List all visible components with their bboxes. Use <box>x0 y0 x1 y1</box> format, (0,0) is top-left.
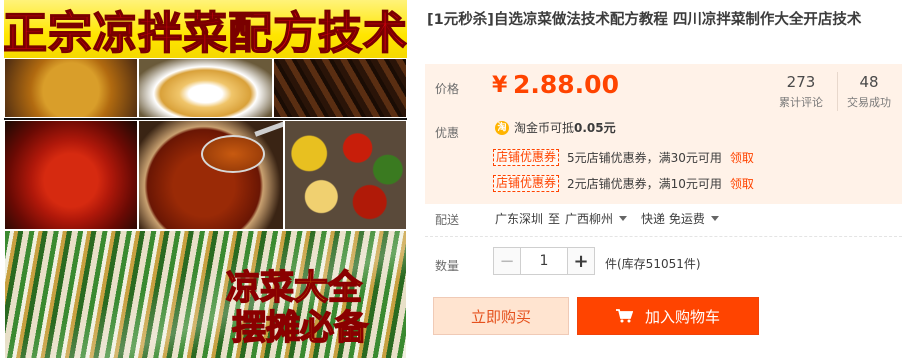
add-to-cart-button[interactable]: 加入购物车 <box>577 297 759 335</box>
coupon-row: 店铺优惠券 2元店铺优惠券，满10元可用 领取 <box>493 175 754 192</box>
price-label: 价格 <box>435 82 460 96</box>
ship-destination-select[interactable]: 广西柳州 <box>565 210 613 227</box>
image-banner-bottom: 凉菜大全 摆摊必备 <box>225 267 407 349</box>
chevron-down-icon[interactable] <box>710 216 719 221</box>
add-to-cart-label: 加入购物车 <box>644 307 720 326</box>
taojinbi-coin-icon: 淘 <box>495 120 509 135</box>
shop-coupon-tag: 店铺优惠券 <box>493 175 560 192</box>
price-amount: 2.88.00 <box>513 70 619 99</box>
quantity-input[interactable] <box>521 247 567 275</box>
deal-count-stat: 48 交易成功 <box>837 72 900 111</box>
divider <box>425 236 902 237</box>
quantity-stepper: − + <box>493 247 595 275</box>
stock-text: 件(库存51051件) <box>605 257 701 271</box>
deal-count: 48 <box>859 73 879 91</box>
product-main-image[interactable]: 正宗凉拌菜配方技术 凉菜大全 摆摊必备 <box>4 0 407 359</box>
product-info-panel: [1元秒杀]自选凉菜做法技术配方教程 四川凉拌菜制作大全开店技术 价格 ¥ 2.… <box>425 0 902 359</box>
cart-icon <box>615 309 633 323</box>
review-count-label: 累计评论 <box>779 96 823 109</box>
increase-button[interactable]: + <box>567 247 595 275</box>
product-title: [1元秒杀]自选凉菜做法技术配方教程 四川凉拌菜制作大全开店技术 <box>427 12 862 28</box>
shop-coupon-tag: 店铺优惠券 <box>493 149 560 166</box>
buy-now-button[interactable]: 立即购买 <box>433 297 569 335</box>
price-currency: ¥ <box>492 73 508 98</box>
coupon-text: 2元店铺优惠券，满10元可用 <box>567 177 722 191</box>
ship-from: 广东深圳 <box>495 212 544 226</box>
review-count-stat[interactable]: 273 累计评论 <box>770 72 832 111</box>
chevron-down-icon[interactable] <box>619 216 628 221</box>
shipping-label: 配送 <box>435 213 460 227</box>
decrease-button[interactable]: − <box>493 247 521 275</box>
photo-chili-oil-ladle <box>138 120 284 230</box>
ship-to-word: 至 <box>548 212 561 226</box>
ladle-icon <box>201 135 265 173</box>
photo-shredded-dish <box>4 58 138 118</box>
deal-count-label: 交易成功 <box>847 96 891 109</box>
photo-seasoning-bowls <box>284 120 407 230</box>
claim-coupon-link[interactable]: 领取 <box>730 175 754 192</box>
review-count: 273 <box>786 73 816 91</box>
banner-top-text: 正宗凉拌菜配方技术 <box>4 7 407 60</box>
photo-dark-strips <box>273 58 407 118</box>
photo-chili-powder <box>4 120 138 230</box>
banner-bottom-line1: 凉菜大全 <box>225 267 363 309</box>
coupon-row: 店铺优惠券 5元店铺优惠券，满30元可用 领取 <box>493 149 754 166</box>
claim-coupon-link[interactable]: 领取 <box>730 149 754 166</box>
taojinbi-row: 淘 淘金币可抵 0.05元 <box>495 119 616 136</box>
price-box: 价格 ¥ 2.88.00 273 累计评论 48 交易成功 优惠 淘 淘金币可抵… <box>425 64 902 204</box>
photo-noodle-bowl <box>138 58 273 118</box>
banner-bottom-line2: 摆摊必备 <box>231 307 369 349</box>
image-banner-top: 正宗凉拌菜配方技术 <box>4 0 407 60</box>
taojinbi-text: 淘金币可抵 <box>514 121 575 135</box>
ship-method-select[interactable]: 快递 免运费 <box>641 210 705 227</box>
ladle-handle <box>254 121 283 137</box>
quantity-label: 数量 <box>435 259 460 273</box>
coupon-text: 5元店铺优惠券，满30元可用 <box>567 151 722 165</box>
taojinbi-amount: 0.05元 <box>574 121 616 135</box>
promo-label: 优惠 <box>435 126 460 140</box>
shipping-row: 广东深圳 至 广西柳州 快递 免运费 <box>495 210 733 227</box>
